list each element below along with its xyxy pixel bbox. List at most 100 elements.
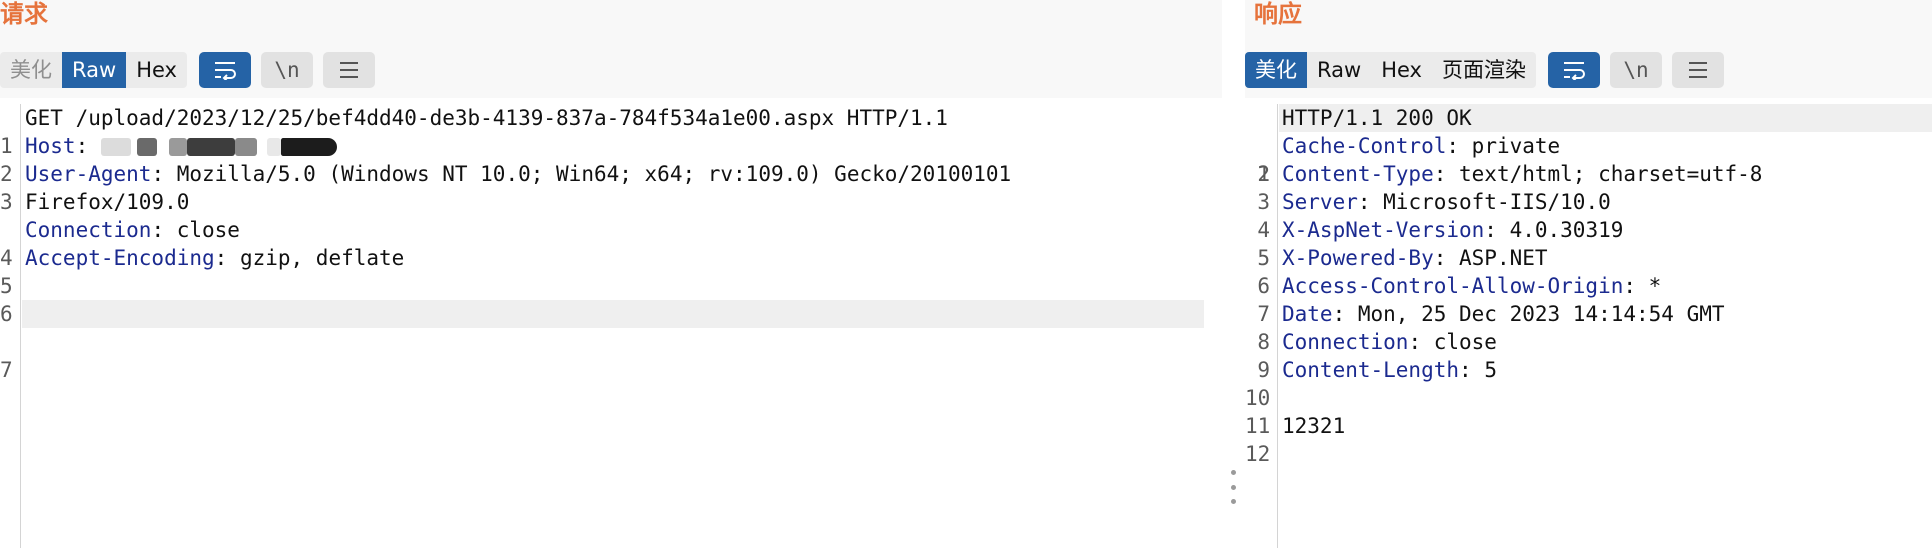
request-editor[interactable]: 1 GET /upload/2023/12/25/bef4dd40-de3b-4…: [0, 104, 1222, 548]
header-value: 5: [1484, 358, 1497, 382]
header-value: private: [1471, 134, 1561, 158]
header-name: Cache-Control: [1282, 134, 1447, 158]
request-toolbar: 美化 Raw Hex \n: [0, 52, 385, 88]
header-separator: :: [151, 162, 177, 186]
header-name: Host: [25, 134, 76, 158]
request-tab-pretty[interactable]: 美化: [0, 52, 62, 88]
splitter-dot: [1231, 484, 1236, 490]
response-line: 9 Connection: close: [1245, 328, 1932, 382]
header-name: Connection: [1282, 330, 1409, 354]
response-line-text: Connection: close: [1282, 328, 1497, 356]
header-separator: :: [1484, 218, 1510, 242]
header-value: 4.0.30319: [1509, 218, 1624, 242]
request-tab-raw[interactable]: Raw: [62, 52, 127, 88]
response-line: 6 X-Powered-By: ASP.NET: [1245, 244, 1932, 298]
header-separator: :: [1408, 330, 1434, 354]
response-line: 4 Server: Microsoft-IIS/10.0: [1245, 188, 1932, 242]
header-value: *: [1648, 274, 1662, 298]
header-value: ASP.NET: [1459, 246, 1548, 270]
response-line-text: X-Powered-By: ASP.NET: [1282, 244, 1548, 272]
response-tab-hex[interactable]: Hex: [1371, 52, 1432, 88]
header-value: Mozilla/5.0 (Windows NT 10.0; Win64; x64…: [176, 162, 1012, 186]
request-menu-button[interactable]: [322, 52, 375, 88]
header-separator: :: [151, 218, 177, 242]
header-separator: :: [1357, 190, 1384, 214]
response-line: 11: [1245, 384, 1932, 438]
response-line: 2 Cache-Control: private: [1245, 132, 1932, 186]
response-line-text: X-AspNet-Version: 4.0.30319: [1282, 216, 1623, 244]
request-line: 6: [0, 272, 1222, 326]
request-newline-button[interactable]: \n: [260, 52, 313, 88]
request-line: 1 GET /upload/2023/12/25/bef4dd40-de3b-4…: [0, 104, 1222, 158]
request-tab-hex[interactable]: Hex: [126, 52, 187, 88]
response-pane: 响应 美化 Raw Hex 页面渲染 \n 1 HTTP/1.1 200 OK …: [1245, 0, 1932, 548]
response-tab-render[interactable]: 页面渲染: [1432, 52, 1536, 88]
header-value: close: [176, 218, 240, 242]
header-name: Content-Length: [1282, 358, 1460, 382]
header-name: Content-Type: [1282, 162, 1434, 186]
request-line-text: Firefox/109.0: [25, 190, 190, 214]
request-line-text: Accept-Encoding: gzip, deflate: [25, 244, 404, 272]
hamburger-menu-icon: [339, 62, 358, 78]
http-editor-root: 请求 美化 Raw Hex \n 1 GET /upload/2023/12/2…: [0, 0, 1932, 548]
response-status-line: HTTP/1.1 200 OK: [1282, 106, 1472, 130]
response-tab-pretty[interactable]: 美化: [1245, 52, 1307, 88]
response-body-text: 12321: [1282, 414, 1346, 438]
response-current-line: 1 HTTP/1.1 200 OK: [1245, 104, 1932, 186]
response-wrap-lines-button[interactable]: [1547, 52, 1600, 88]
response-line: 5 X-AspNet-Version: 4.0.30319: [1245, 216, 1932, 270]
hamburger-menu-icon: [1688, 62, 1707, 78]
response-line: 7 Access-Control-Allow-Origin: *: [1245, 272, 1932, 326]
request-line: 5 Accept-Encoding: gzip, deflate: [0, 244, 1222, 298]
pane-splitter-handle[interactable]: [1222, 470, 1245, 504]
header-separator: :: [1459, 358, 1485, 382]
header-name: X-AspNet-Version: [1282, 218, 1485, 242]
response-tab-raw[interactable]: Raw: [1307, 52, 1371, 88]
request-line-text: User-Agent: Mozilla/5.0 (Windows NT 10.0…: [25, 160, 1011, 188]
request-line-text: GET /upload/2023/12/25/bef4dd40-de3b-413…: [25, 106, 948, 130]
request-wrap-lines-button[interactable]: [198, 52, 251, 88]
header-name: Connection: [25, 218, 152, 242]
header-separator: :: [1433, 162, 1460, 186]
header-value: close: [1433, 330, 1497, 354]
response-line: 3 Content-Type: text/html; charset=utf-8: [1245, 160, 1932, 214]
response-menu-button[interactable]: [1671, 52, 1724, 88]
response-toolbar: 美化 Raw Hex 页面渲染 \n: [1245, 52, 1734, 88]
response-view-tabs: 美化 Raw Hex 页面渲染: [1245, 52, 1536, 88]
current-line-highlight: [22, 300, 1204, 328]
response-line-text: Cache-Control: private: [1282, 132, 1560, 160]
response-line-text: Content-Type: text/html; charset=utf-8: [1282, 160, 1762, 188]
header-name: Server: [1282, 190, 1358, 214]
response-header: 响应 美化 Raw Hex 页面渲染 \n: [1245, 0, 1932, 98]
header-name: Access-Control-Allow-Origin: [1282, 274, 1624, 298]
response-line-text: Server: Microsoft-IIS/10.0: [1282, 188, 1611, 216]
request-line: 2 Host:: [0, 132, 1222, 186]
line-number: 7: [0, 358, 13, 382]
response-newline-button[interactable]: \n: [1609, 52, 1662, 88]
header-name: User-Agent: [25, 162, 152, 186]
response-line-text: Content-Length: 5: [1282, 356, 1497, 384]
header-name: Accept-Encoding: [25, 246, 215, 270]
header-value: text/html; charset=utf-8: [1459, 162, 1763, 186]
request-line: 3 User-Agent: Mozilla/5.0 (Windows NT 10…: [0, 160, 1222, 214]
request-title: 请求: [0, 0, 48, 28]
request-line-text: Connection: close: [25, 216, 240, 244]
response-editor[interactable]: 1 HTTP/1.1 200 OK 2 Cache-Control: priva…: [1245, 104, 1932, 548]
request-current-line: 7: [0, 300, 1222, 382]
header-name: X-Powered-By: [1282, 246, 1434, 270]
request-pane: 请求 美化 Raw Hex \n 1 GET /upload/2023/12/2…: [0, 0, 1222, 548]
redacted-host-value: [100, 134, 337, 158]
wrap-lines-icon: [214, 62, 236, 80]
header-separator: :: [1433, 246, 1460, 270]
line-number: 12: [1245, 442, 1271, 466]
response-line-text: Access-Control-Allow-Origin: *: [1282, 272, 1661, 300]
request-header: 请求 美化 Raw Hex \n: [0, 0, 1222, 98]
response-line-text: Date: Mon, 25 Dec 2023 14:14:54 GMT: [1282, 300, 1725, 328]
header-value: Microsoft-IIS/10.0: [1383, 190, 1611, 214]
request-line-text: Host:: [25, 132, 337, 160]
header-name: Date: [1282, 302, 1333, 326]
wrap-lines-icon: [1563, 62, 1585, 80]
header-separator: :: [214, 246, 240, 270]
header-value: gzip, deflate: [239, 246, 405, 270]
splitter-dot: [1231, 470, 1236, 475]
